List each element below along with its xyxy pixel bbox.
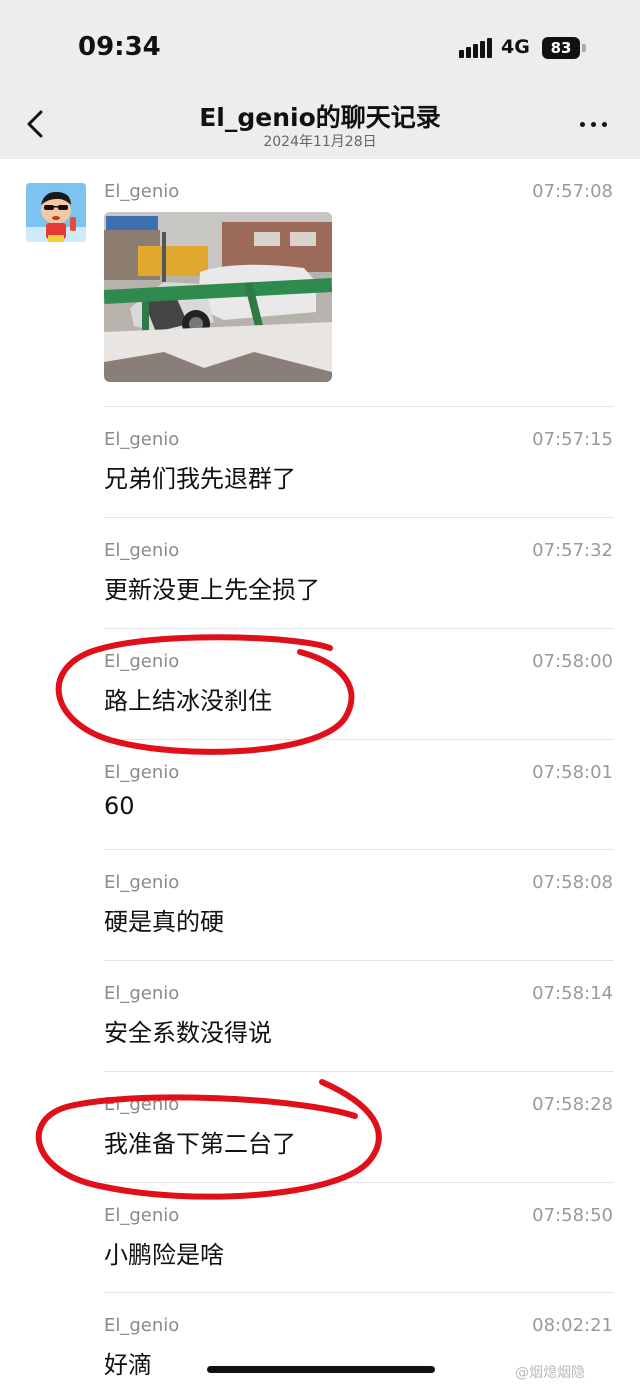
- home-indicator[interactable]: [207, 1366, 435, 1373]
- message-sender: El_genio: [104, 429, 180, 450]
- message-text: 更新没更上先全损了: [104, 576, 320, 604]
- avatar-illustration: [26, 183, 86, 242]
- message-divider: [104, 1182, 614, 1183]
- message-divider: [104, 849, 614, 850]
- message-sender: El_genio: [104, 181, 180, 202]
- message-sender: El_genio: [104, 762, 180, 783]
- message-time: 08:02:21: [532, 1315, 613, 1336]
- message-time: 07:58:08: [532, 872, 613, 893]
- message-divider: [104, 1071, 614, 1072]
- message-text: 硬是真的硬: [104, 908, 224, 936]
- message-sender: El_genio: [104, 1094, 180, 1115]
- message-image[interactable]: [104, 212, 332, 382]
- battery-icon: 83: [542, 37, 580, 59]
- signal-bars-icon: [459, 38, 493, 58]
- avatar[interactable]: [26, 183, 86, 242]
- nav-bar: El_genio的聊天记录 2024年11月28日: [0, 92, 640, 159]
- message-divider: [104, 517, 614, 518]
- message-time: 07:58:00: [532, 651, 613, 672]
- message-text: 我准备下第二台了: [104, 1130, 296, 1158]
- page-subtitle-date: 2024年11月28日: [263, 134, 377, 150]
- message-divider: [104, 1292, 614, 1293]
- message-text: 安全系数没得说: [104, 1019, 272, 1047]
- message-sender: El_genio: [104, 1205, 180, 1226]
- battery-level: 83: [550, 39, 572, 57]
- page-title: El_genio的聊天记录: [199, 103, 441, 132]
- message-sender: El_genio: [104, 983, 180, 1004]
- message-sender: El_genio: [104, 1315, 180, 1336]
- message-text: 路上结冰没刹住: [104, 687, 272, 715]
- status-bar: 09:34 4G 83: [0, 0, 640, 92]
- message-text: 兄弟们我先退群了: [104, 465, 296, 493]
- message-divider: [104, 960, 614, 961]
- message-time: 07:58:50: [532, 1205, 613, 1226]
- message-time: 07:58:14: [532, 983, 613, 1004]
- more-dots-icon[interactable]: [576, 112, 612, 136]
- message-text: 好滴: [104, 1351, 152, 1379]
- message-divider: [104, 406, 614, 407]
- message-sender: El_genio: [104, 651, 180, 672]
- message-text: 60: [104, 792, 135, 820]
- network-type: 4G: [501, 36, 530, 58]
- red-annotation-circles: [35, 634, 382, 1200]
- message-time: 07:58:28: [532, 1094, 613, 1115]
- message-time: 07:58:01: [532, 762, 613, 783]
- status-time: 09:34: [78, 32, 161, 62]
- battery-tip: [582, 44, 586, 52]
- message-text: 小鹏险是啥: [104, 1241, 224, 1269]
- message-sender: El_genio: [104, 540, 180, 561]
- crash-photo: [104, 212, 332, 382]
- message-divider: [104, 739, 614, 740]
- message-sender: El_genio: [104, 872, 180, 893]
- message-divider: [104, 628, 614, 629]
- message-time: 07:57:15: [532, 429, 613, 450]
- message-time: 07:57:32: [532, 540, 613, 561]
- message-time: 07:57:08: [532, 181, 613, 202]
- watermark: @烟熄烟隐: [515, 1365, 585, 1381]
